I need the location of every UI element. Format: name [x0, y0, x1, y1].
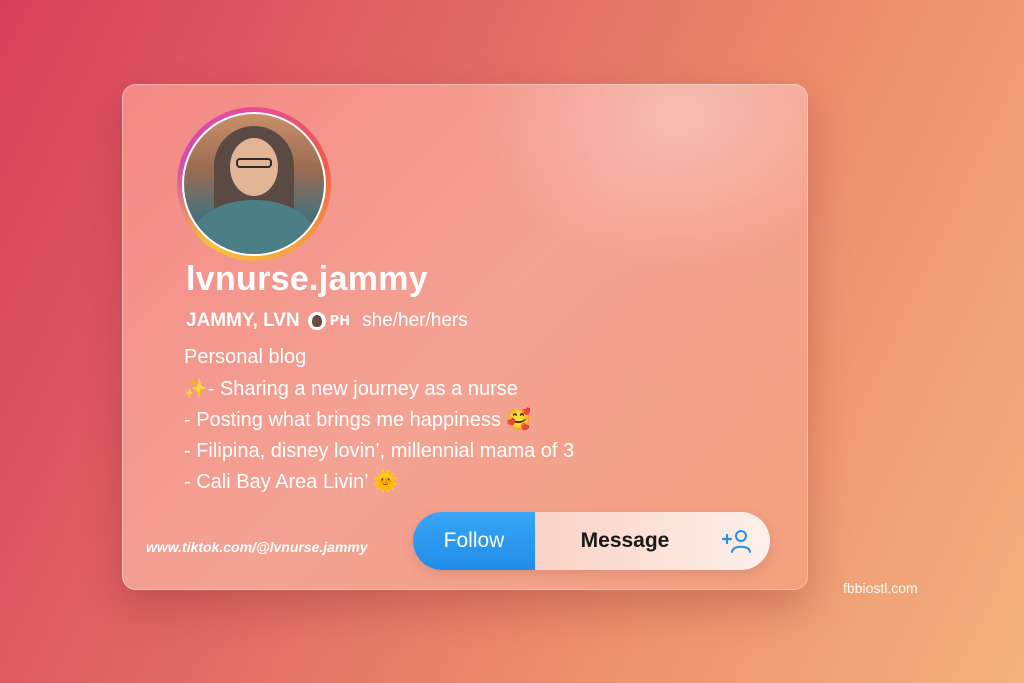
- avatar-glasses: [236, 158, 272, 168]
- pronouns: she/her/hers: [362, 310, 468, 331]
- action-buttons: Follow Message: [413, 512, 770, 570]
- bio-line: - Cali Bay Area Livin’ 🌞: [184, 471, 399, 493]
- watermark: fbbiostl.com: [843, 580, 918, 596]
- bio-line: - Filipina, disney lovin’, millennial ma…: [184, 440, 575, 462]
- avatar-ring[interactable]: [177, 107, 331, 261]
- country-avatar-icon: [307, 312, 326, 330]
- message-button[interactable]: Message: [535, 512, 715, 570]
- avatar[interactable]: [182, 112, 326, 256]
- profile-link[interactable]: www.tiktok.com/@lvnurse.jammy: [146, 539, 368, 555]
- bio-line: ✨- Sharing a new journey as a nurse: [184, 378, 518, 400]
- sparkles-icon: ✨: [184, 379, 208, 400]
- country-code: PH: [329, 313, 351, 329]
- bio-line: - Posting what brings me happiness 🥰: [184, 409, 532, 431]
- avatar-body: [194, 200, 314, 254]
- follow-button[interactable]: Follow: [413, 512, 535, 570]
- full-name: JAMMY, LVN: [186, 310, 300, 331]
- add-person-icon-svg: [721, 530, 751, 553]
- profile-card: lvnurse.jammy JAMMY, LVN PH she/her/hers…: [122, 84, 808, 590]
- bio-list: ✨- Sharing a new journey as a nurse - Po…: [184, 374, 574, 498]
- profile-subline: JAMMY, LVN PH she/her/hers: [186, 310, 468, 332]
- username: lvnurse.jammy: [186, 260, 429, 298]
- add-person-icon[interactable]: [718, 526, 754, 556]
- profile-category: Personal blog: [184, 346, 307, 368]
